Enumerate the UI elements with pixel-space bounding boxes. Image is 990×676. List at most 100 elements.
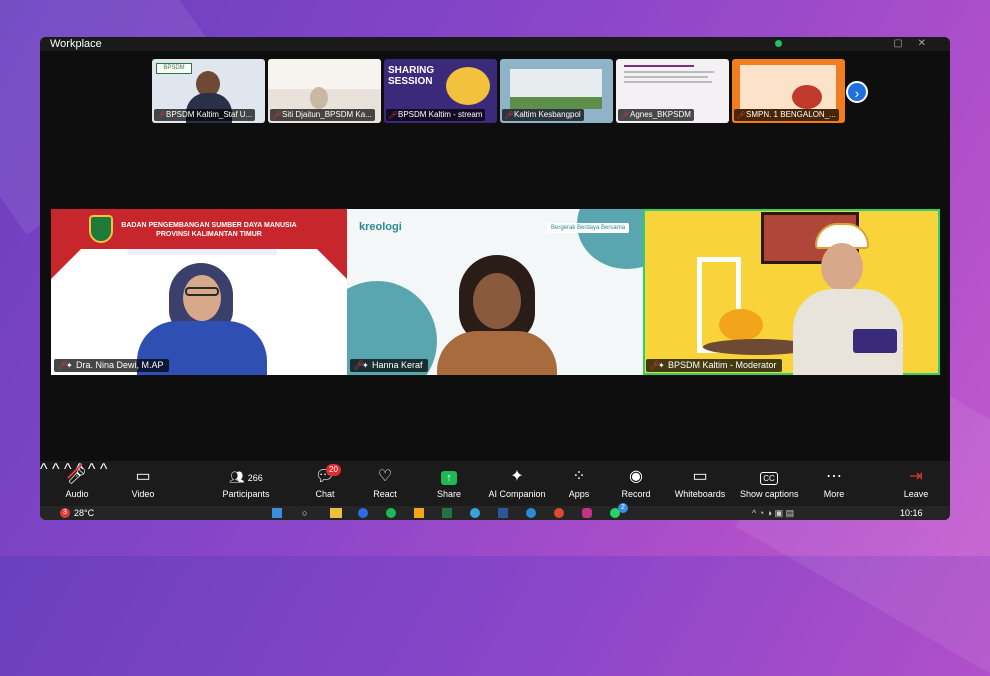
banner-corner bbox=[317, 249, 347, 279]
record-label: Record bbox=[621, 489, 651, 499]
clock[interactable]: 10:16 bbox=[900, 506, 923, 520]
ai-companion-label: AI Companion bbox=[488, 489, 546, 499]
drive-icon[interactable] bbox=[414, 508, 424, 518]
government-emblem-icon bbox=[89, 215, 113, 243]
participant-thumbnail[interactable]: 🎤︎ Siti Djaitun_BPSDM Ka... bbox=[268, 59, 381, 123]
pin-icon: ✦ bbox=[66, 361, 73, 370]
participant-thumbnail[interactable]: SHARING SESSION 🎤︎ BPSDM Kaltim - stream bbox=[384, 59, 497, 123]
heart-icon: ♡ bbox=[377, 468, 393, 485]
whiteboards-button[interactable]: ▭ Whiteboards bbox=[674, 467, 726, 499]
participants-label: Participants bbox=[222, 489, 270, 499]
next-page-chevron-icon[interactable]: › bbox=[846, 81, 868, 103]
room-background bbox=[268, 59, 381, 89]
mic-muted-icon: 🎤︎ bbox=[620, 111, 631, 120]
connection-status-icon[interactable] bbox=[775, 40, 782, 47]
participant-thumbnail[interactable]: 🎤︎ Agnes_BKPSDM bbox=[616, 59, 729, 123]
whiteboard-icon: ▭ bbox=[692, 468, 708, 485]
banner-line-2: PROVINSI KALIMANTAN TIMUR bbox=[156, 231, 262, 238]
participant-thumbnail[interactable]: 🎤︎ Kaltim Kesbangpol bbox=[500, 59, 613, 123]
bpsdm-logo: BPSDM bbox=[156, 63, 192, 74]
file-explorer-icon[interactable] bbox=[330, 508, 342, 518]
flower-vase bbox=[719, 309, 763, 341]
document-line bbox=[624, 71, 714, 73]
video-tile[interactable]: BADAN PENGEMBANGAN SUMBER DAYA MANUSIA P… bbox=[51, 209, 347, 375]
ai-companion-button[interactable]: ✦ AI Companion bbox=[488, 467, 546, 499]
mic-muted-icon: 🎤︎ bbox=[736, 111, 747, 120]
participants-count: 266 bbox=[247, 473, 263, 483]
mic-muted-icon: 🎤︎ bbox=[62, 463, 92, 487]
show-captions-button[interactable]: CC Show captions bbox=[740, 467, 799, 499]
mic-muted-icon: 🎤︎ bbox=[388, 111, 399, 120]
video-button[interactable]: ▭ Video bbox=[128, 467, 158, 499]
poster-panel bbox=[740, 65, 836, 109]
zoom-icon[interactable] bbox=[526, 508, 536, 518]
word-icon[interactable] bbox=[498, 508, 508, 518]
participant-name-label: 🎤︎ ✦ BPSDM Kaltim - Moderator bbox=[646, 359, 782, 372]
share-screen-icon: ↑ bbox=[434, 467, 464, 487]
banner-text: BADAN PENGEMBANGAN SUMBER DAYA MANUSIA P… bbox=[119, 221, 299, 239]
audio-options-chevron-icon[interactable]: ^ bbox=[40, 461, 48, 478]
mic-muted-icon: 🎤︎ bbox=[272, 111, 283, 120]
meeting-toolbar: 🎤︎ Audio ^ ▭ Video ^ 👥︎ 266 Participants… bbox=[40, 461, 950, 506]
mic-muted-icon: 🎤︎ bbox=[504, 111, 515, 120]
held-book bbox=[853, 329, 897, 353]
tagline-badge: Bergerak Berdaya Bersama bbox=[547, 223, 630, 233]
document-line bbox=[624, 65, 694, 67]
participant-name-label: 🎤︎ BPSDM Kaltim - stream bbox=[386, 109, 486, 121]
sparkle-icon: ✦ bbox=[510, 468, 524, 485]
share-label: Share bbox=[436, 489, 462, 499]
more-button[interactable]: ⋯ More bbox=[820, 467, 848, 499]
search-icon[interactable]: ○ bbox=[302, 506, 307, 520]
chat-unread-badge: 20 bbox=[326, 464, 341, 476]
mic-muted-icon: 🎤︎ bbox=[156, 111, 167, 120]
more-dots-icon: ⋯ bbox=[826, 468, 842, 485]
participant-face bbox=[183, 275, 221, 321]
pin-icon: ✦ bbox=[658, 361, 665, 370]
instagram-icon[interactable] bbox=[582, 508, 592, 518]
building-ground bbox=[510, 97, 602, 109]
banner-line-1: BADAN PENGEMBANGAN SUMBER DAYA MANUSIA bbox=[121, 222, 297, 229]
participant-name-label: 🎤︎ Agnes_BKPSDM bbox=[618, 109, 694, 121]
weather-widget[interactable]: 28°C bbox=[74, 506, 94, 520]
react-button[interactable]: ♡ React bbox=[370, 467, 400, 499]
document-line bbox=[624, 76, 708, 78]
leave-door-icon: ⇥ bbox=[909, 468, 923, 485]
whatsapp-badge: 2 bbox=[618, 503, 628, 513]
show-captions-label: Show captions bbox=[740, 489, 799, 499]
captions-options-chevron-icon[interactable]: ^ bbox=[100, 461, 108, 478]
participant-face bbox=[821, 243, 863, 291]
react-label: React bbox=[373, 489, 397, 499]
apps-button[interactable]: ⁘ Apps bbox=[564, 467, 594, 499]
leave-button[interactable]: ⇥ Leave bbox=[900, 467, 932, 499]
share-button[interactable]: ↑ Share bbox=[434, 467, 464, 499]
participant-name-label: 🎤︎ Siti Djaitun_BPSDM Ka... bbox=[270, 109, 375, 121]
participant-thumbnail[interactable]: BPSDM 🎤︎ BPSDM Kaltim_Staf U... bbox=[152, 59, 265, 123]
participant-thumbnail[interactable]: 🎤︎ SMPN. 1 BENGALON_... bbox=[732, 59, 845, 123]
record-button[interactable]: ◉ Record bbox=[620, 467, 652, 499]
system-tray-icons[interactable]: ^ ◔ ◑ ▣ ▤ bbox=[752, 506, 794, 520]
edge-icon[interactable] bbox=[470, 508, 480, 518]
captions-icon-text: CC bbox=[760, 472, 778, 485]
video-options-chevron-icon[interactable]: ^ bbox=[52, 461, 60, 478]
start-menu-icon[interactable] bbox=[272, 508, 282, 518]
video-tile-active-speaker[interactable]: 🎤︎ ✦ BPSDM Kaltim - Moderator bbox=[643, 209, 940, 375]
whiteboards-label: Whiteboards bbox=[674, 489, 726, 499]
stream-poster-heading: SHARING SESSION bbox=[388, 65, 435, 87]
apps-grid-icon: ⁘ bbox=[572, 468, 586, 485]
chrome-icon[interactable] bbox=[554, 508, 564, 518]
audio-button[interactable]: 🎤︎ Audio bbox=[62, 463, 92, 499]
participants-button[interactable]: 👥︎ 266 Participants bbox=[220, 467, 272, 499]
window-controls[interactable]: ▢ ✕ bbox=[893, 37, 932, 51]
captions-icon: CC bbox=[740, 467, 798, 487]
app-icon[interactable] bbox=[358, 508, 368, 518]
video-camera-icon: ▭ bbox=[135, 468, 151, 485]
spotify-icon[interactable] bbox=[386, 508, 396, 518]
participant-face bbox=[473, 273, 521, 329]
participant-name-label: 🎤︎ BPSDM Kaltim_Staf U... bbox=[154, 109, 256, 121]
chat-button[interactable]: 💬︎ 20 Chat bbox=[312, 464, 341, 499]
chat-bubble-icon: 💬︎ 20 bbox=[312, 464, 341, 487]
video-tile[interactable]: kreologi Bergerak Berdaya Bersama 🎤︎ ✦ Han… bbox=[347, 209, 643, 375]
participant-name-label: 🎤︎ SMPN. 1 BENGALON_... bbox=[734, 109, 839, 121]
kreologi-logo: kreologi bbox=[359, 221, 402, 233]
excel-icon[interactable] bbox=[442, 508, 452, 518]
